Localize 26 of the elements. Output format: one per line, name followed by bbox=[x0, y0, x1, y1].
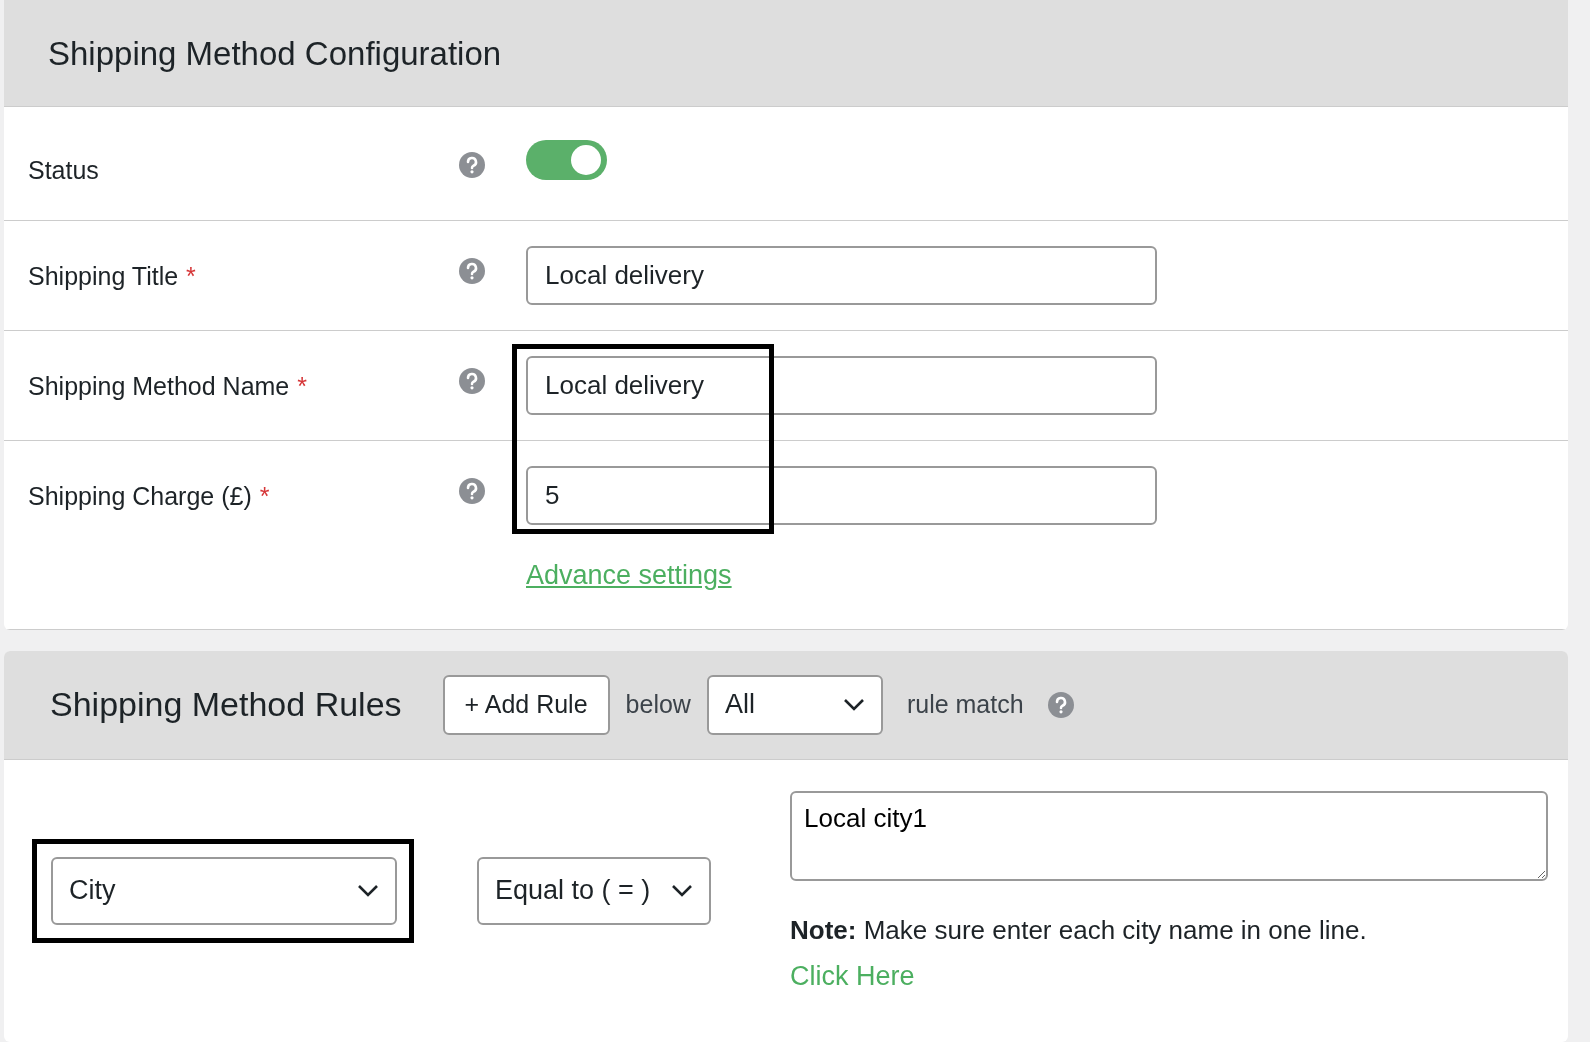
text-input[interactable]: Local delivery bbox=[526, 356, 1157, 416]
toggle-switch[interactable] bbox=[526, 139, 607, 180]
field-label: Shipping Title * bbox=[27, 261, 197, 293]
chevron-down-icon bbox=[842, 697, 865, 712]
text-input[interactable]: Local delivery bbox=[526, 246, 1157, 306]
help-icon[interactable] bbox=[1047, 691, 1074, 718]
field-label: Shipping Charge (£) * bbox=[27, 481, 271, 513]
field-label: Status bbox=[27, 154, 100, 186]
chevron-down-icon bbox=[357, 883, 379, 898]
chevron-down-icon bbox=[671, 883, 693, 898]
city-textarea[interactable]: Local city1 bbox=[790, 790, 1548, 881]
help-icon[interactable] bbox=[459, 258, 485, 285]
text-input[interactable]: 5 bbox=[526, 466, 1157, 526]
match-select[interactable]: All bbox=[706, 674, 883, 735]
below-label: below bbox=[625, 688, 691, 720]
help-icon[interactable] bbox=[459, 151, 485, 178]
rule-match-label: rule match bbox=[906, 688, 1024, 720]
help-icon[interactable] bbox=[459, 478, 485, 505]
section-title: Shipping Method Configuration bbox=[47, 34, 503, 74]
operator-select[interactable]: Equal to ( = ) bbox=[477, 856, 711, 925]
add-rule-button[interactable]: + Add Rule bbox=[442, 674, 610, 735]
field-select[interactable]: City bbox=[51, 856, 397, 925]
field-label: Shipping Method Name * bbox=[27, 371, 308, 403]
section-title: Shipping Method Rules bbox=[50, 684, 402, 725]
note-text: Note: Make sure enter each city name in one line. bbox=[790, 913, 1368, 947]
help-icon[interactable] bbox=[459, 368, 485, 395]
